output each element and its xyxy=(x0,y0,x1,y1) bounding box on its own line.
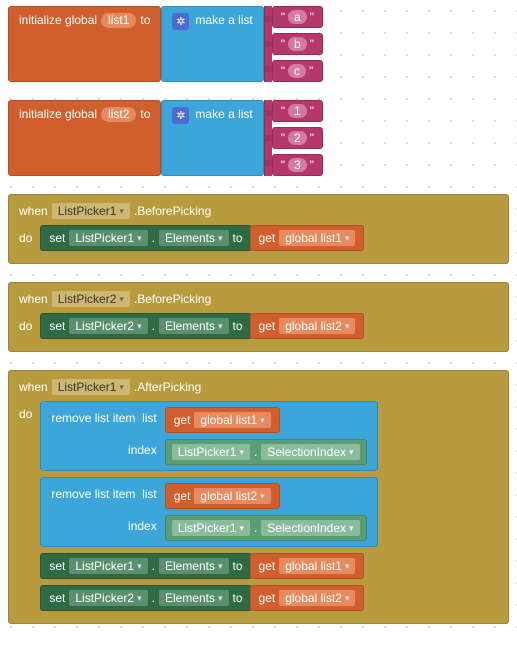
event-before-picking-2[interactable]: when ListPicker2 .BeforePicking do set L… xyxy=(8,282,509,352)
event-after-picking-1[interactable]: when ListPicker1 .AfterPicking do remove… xyxy=(8,370,509,624)
text-item[interactable]: " 3 " xyxy=(272,154,323,176)
remove-list-item-block[interactable]: remove list item list index get global l… xyxy=(40,401,377,471)
text-item[interactable]: " c " xyxy=(272,60,323,82)
var-decl-block[interactable]: initialize global list1 to xyxy=(8,6,161,82)
set-elements-row[interactable]: set ListPicker1. Elements to get global … xyxy=(40,225,364,251)
component-dropdown[interactable]: ListPicker1 xyxy=(172,520,250,536)
component-dropdown[interactable]: ListPicker1 xyxy=(52,203,130,219)
var-dropdown[interactable]: global list1 xyxy=(194,412,270,428)
set-block[interactable]: set ListPicker1. Elements to xyxy=(40,225,251,251)
make-list-block[interactable]: ✲ make a list xyxy=(161,100,263,176)
event-name: .AfterPicking xyxy=(134,380,201,394)
gear-icon[interactable]: ✲ xyxy=(172,13,189,30)
component-dropdown[interactable]: ListPicker1 xyxy=(172,444,250,460)
var-dropdown[interactable]: global list1 xyxy=(279,558,355,574)
set-elements-row[interactable]: set ListPicker1. Elements to get global … xyxy=(40,553,377,579)
event-before-picking-1[interactable]: when ListPicker1 .BeforePicking do set L… xyxy=(8,194,509,264)
get-block[interactable]: get global list1 xyxy=(250,225,365,251)
property-dropdown[interactable]: SelectionIndex xyxy=(261,520,359,536)
component-dropdown[interactable]: ListPicker1 xyxy=(52,379,130,395)
gear-icon[interactable]: ✲ xyxy=(172,107,189,124)
get-block[interactable]: get global list1 xyxy=(165,407,280,433)
make-list-block[interactable]: ✲ make a list xyxy=(161,6,263,82)
init-global-list2[interactable]: initialize global list2 to ✲ make a list… xyxy=(8,100,509,176)
component-dropdown[interactable]: ListPicker2 xyxy=(69,318,147,334)
event-name: .BeforePicking xyxy=(134,292,211,306)
set-block[interactable]: set ListPicker2. Elements to xyxy=(40,585,251,611)
event-name: .BeforePicking xyxy=(134,204,211,218)
do-label: do xyxy=(19,401,32,611)
get-block[interactable]: get global list2 xyxy=(250,313,365,339)
var-dropdown[interactable]: global list2 xyxy=(279,590,355,606)
var-name[interactable]: list1 xyxy=(101,13,136,28)
property-dropdown[interactable]: Elements xyxy=(159,230,229,246)
socket-notches xyxy=(264,6,272,82)
text-item[interactable]: " a " xyxy=(272,6,323,28)
get-block[interactable]: get global list2 xyxy=(165,483,280,509)
var-dropdown[interactable]: global list2 xyxy=(279,318,355,334)
set-block[interactable]: set ListPicker2. Elements to xyxy=(40,313,251,339)
set-elements-row[interactable]: set ListPicker2. Elements to get global … xyxy=(40,313,364,339)
var-dropdown[interactable]: global list1 xyxy=(279,230,355,246)
get-block[interactable]: get global list1 xyxy=(250,553,365,579)
set-block[interactable]: set ListPicker1. Elements to xyxy=(40,553,251,579)
when-label: when xyxy=(19,292,48,306)
init-global-list1[interactable]: initialize global list1 to ✲ make a list… xyxy=(8,6,509,82)
init-label: initialize global xyxy=(19,13,97,27)
to-label: to xyxy=(140,107,150,121)
do-label: do xyxy=(19,313,32,339)
component-dropdown[interactable]: ListPicker1 xyxy=(69,558,147,574)
property-get-block[interactable]: ListPicker1. SelectionIndex xyxy=(165,515,367,541)
property-dropdown[interactable]: SelectionIndex xyxy=(261,444,359,460)
list-items: " 1 " " 2 " " 3 " xyxy=(272,100,323,176)
property-get-block[interactable]: ListPicker1. SelectionIndex xyxy=(165,439,367,465)
var-decl-block[interactable]: initialize global list2 to xyxy=(8,100,161,176)
property-dropdown[interactable]: Elements xyxy=(159,590,229,606)
text-item[interactable]: " 2 " xyxy=(272,127,323,149)
to-label: to xyxy=(140,13,150,27)
init-label: initialize global xyxy=(19,107,97,121)
do-label: do xyxy=(19,225,32,251)
var-name[interactable]: list2 xyxy=(101,107,136,122)
when-label: when xyxy=(19,380,48,394)
var-dropdown[interactable]: global list2 xyxy=(194,488,270,504)
component-dropdown[interactable]: ListPicker1 xyxy=(69,230,147,246)
socket-notches xyxy=(264,100,272,176)
set-elements-row[interactable]: set ListPicker2. Elements to get global … xyxy=(40,585,377,611)
make-list-label: make a list xyxy=(195,13,252,27)
component-dropdown[interactable]: ListPicker2 xyxy=(69,590,147,606)
text-item[interactable]: " b " xyxy=(272,33,323,55)
list-items: " a " " b " " c " xyxy=(272,6,323,82)
when-label: when xyxy=(19,204,48,218)
remove-list-item-block[interactable]: remove list item list index get global l… xyxy=(40,477,377,547)
get-block[interactable]: get global list2 xyxy=(250,585,365,611)
component-dropdown[interactable]: ListPicker2 xyxy=(52,291,130,307)
property-dropdown[interactable]: Elements xyxy=(159,558,229,574)
property-dropdown[interactable]: Elements xyxy=(159,318,229,334)
make-list-label: make a list xyxy=(195,107,252,121)
text-item[interactable]: " 1 " xyxy=(272,100,323,122)
